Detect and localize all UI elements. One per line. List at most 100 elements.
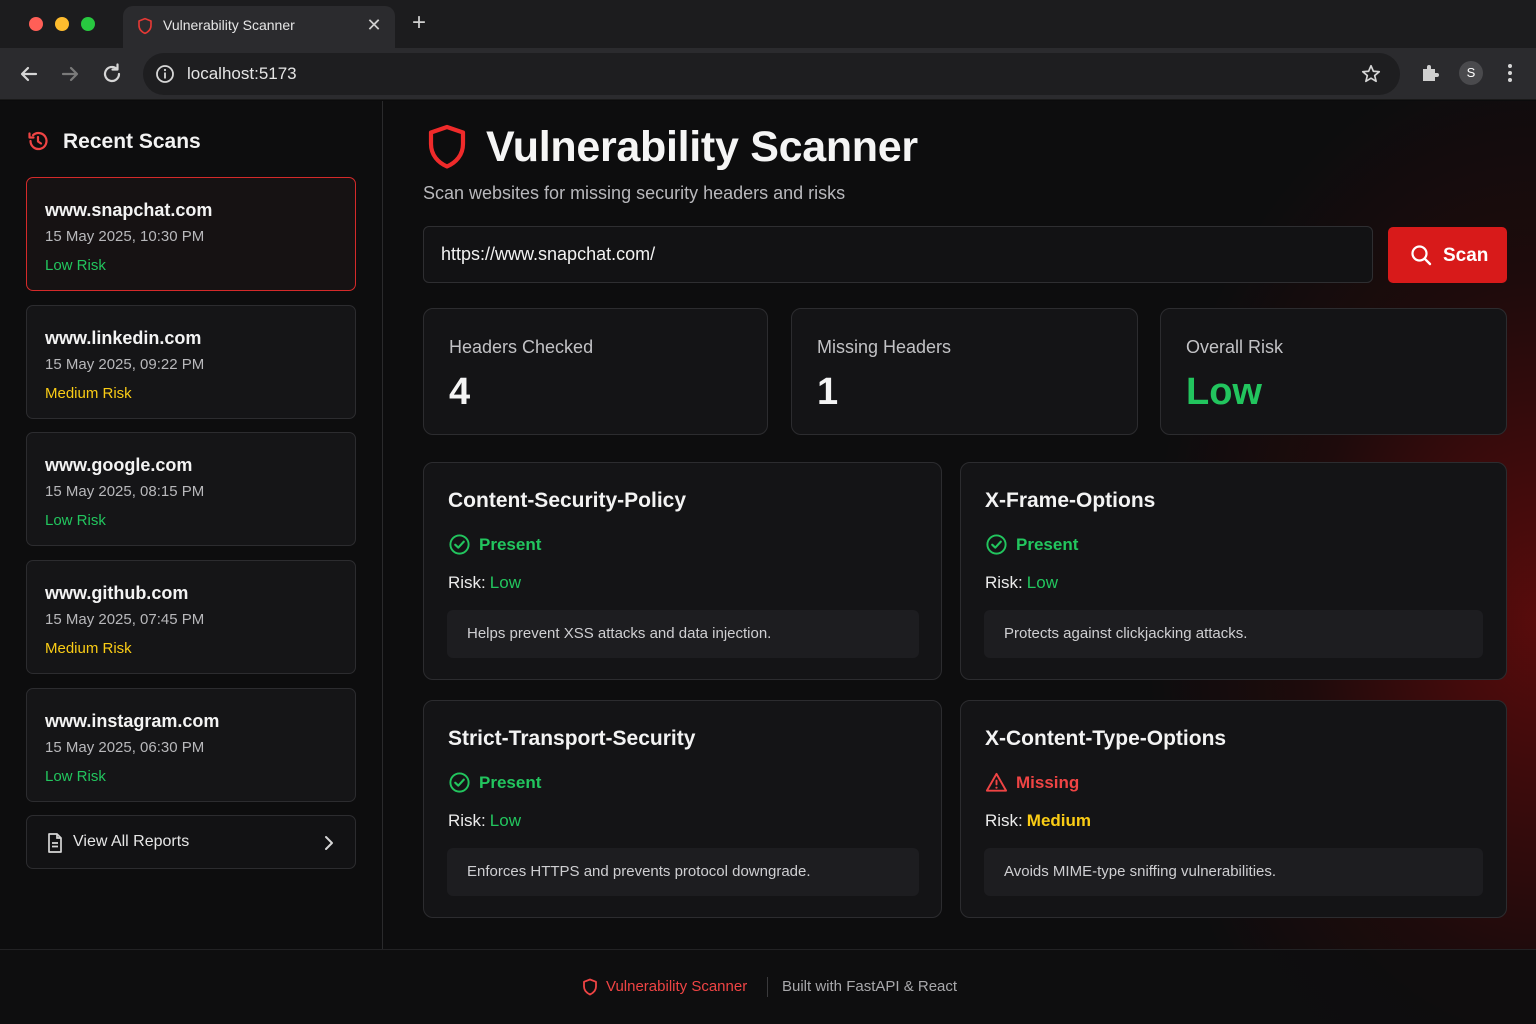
recent-scan-item-linkedin[interactable]: www.linkedin.com 15 May 2025, 09:22 PM M… [26, 305, 356, 419]
header-risk: Risk: Low [985, 573, 1058, 593]
address-bar-url: localhost:5173 [187, 64, 297, 83]
shield-icon [583, 978, 597, 996]
main-content: Vulnerability Scanner Scan websites for … [384, 101, 1536, 949]
new-tab-icon[interactable]: + [407, 11, 431, 36]
window-minimize-button[interactable] [55, 17, 69, 31]
tab-close-icon[interactable]: ✕ [363, 14, 385, 36]
header-card-csp: Content-Security-Policy Present Risk: Low… [423, 462, 942, 680]
warning-triangle-icon [985, 772, 1008, 792]
shield-icon [138, 17, 152, 35]
risk-value: Low [489, 811, 521, 830]
scan-date: 15 May 2025, 08:15 PM [45, 483, 205, 500]
header-risk: Risk: Low [448, 811, 521, 831]
scan-risk-badge: Low Risk [45, 768, 106, 785]
risk-value: Low [489, 573, 521, 592]
scan-button[interactable]: Scan [1388, 227, 1507, 283]
sidebar-title: Recent Scans [63, 130, 201, 153]
scan-date: 15 May 2025, 09:22 PM [45, 356, 205, 373]
reload-icon[interactable] [98, 60, 126, 88]
window-close-button[interactable] [29, 17, 43, 31]
chevron-right-icon [325, 836, 333, 850]
header-card-hsts: Strict-Transport-Security Present Risk: L… [423, 700, 942, 918]
browser-toolbar: localhost:5173 S [0, 48, 1536, 100]
check-circle-icon [986, 534, 1007, 555]
sidebar: Recent Scans www.snapchat.com 15 May 202… [0, 101, 383, 949]
status-label: Present [479, 773, 542, 792]
stat-overall-risk: Overall Risk Low [1160, 308, 1507, 435]
recent-scan-item-instagram[interactable]: www.instagram.com 15 May 2025, 06:30 PM … [26, 688, 356, 802]
header-name: X-Frame-Options [985, 489, 1156, 512]
scan-domain: www.google.com [45, 455, 193, 475]
scan-domain: www.snapchat.com [45, 200, 213, 220]
address-bar[interactable]: localhost:5173 [143, 53, 1400, 95]
footer-built-with: Built with FastAPI & React [782, 978, 958, 995]
recent-scan-item-snapchat[interactable]: www.snapchat.com 15 May 2025, 10:30 PM L… [26, 177, 356, 291]
window-maximize-button[interactable] [81, 17, 95, 31]
check-circle-icon [449, 772, 470, 793]
view-all-reports-button[interactable]: View All Reports [26, 815, 356, 869]
header-name: Strict-Transport-Security [448, 727, 696, 750]
header-description: Avoids MIME-type sniffing vulnerabilitie… [984, 848, 1483, 896]
back-arrow-icon[interactable] [15, 60, 43, 88]
header-description: Helps prevent XSS attacks and data injec… [447, 610, 919, 658]
browser-tab[interactable]: Vulnerability Scanner ✕ [123, 6, 395, 48]
bookmark-star-icon[interactable] [1360, 63, 1382, 85]
scan-button-label: Scan [1443, 245, 1489, 266]
stat-value: 1 [817, 371, 839, 413]
risk-value: Medium [1026, 811, 1092, 830]
scan-domain: www.instagram.com [45, 711, 220, 731]
browser-tab-bar: Vulnerability Scanner ✕ + [0, 0, 1536, 48]
header-card-x-frame-options: X-Frame-Options Present Risk: Low Protect… [960, 462, 1507, 680]
scan-domain: www.linkedin.com [45, 328, 202, 348]
scan-date: 15 May 2025, 07:45 PM [45, 611, 205, 628]
forward-arrow-icon[interactable] [56, 60, 84, 88]
stat-label: Overall Risk [1186, 337, 1284, 357]
stat-label: Headers Checked [449, 337, 594, 357]
footer-brand: Vulnerability Scanner [606, 978, 748, 995]
header-description: Protects against clickjacking attacks. [984, 610, 1483, 658]
recent-scan-item-google[interactable]: www.google.com 15 May 2025, 08:15 PM Low… [26, 432, 356, 546]
page-subtitle: Scan websites for missing security heade… [423, 183, 846, 203]
url-input[interactable] [423, 226, 1373, 283]
scan-date: 15 May 2025, 06:30 PM [45, 739, 205, 756]
profile-avatar[interactable]: S [1459, 61, 1483, 85]
scan-risk-badge: Medium Risk [45, 385, 132, 402]
footer: Vulnerability Scanner Built with FastAPI… [0, 949, 1536, 1024]
status-label: Present [1016, 535, 1079, 554]
risk-prefix: Risk: [985, 811, 1023, 830]
stat-value: 4 [449, 371, 471, 413]
document-icon [48, 833, 62, 853]
scan-date: 15 May 2025, 10:30 PM [45, 228, 205, 245]
header-name: X-Content-Type-Options [985, 727, 1227, 750]
scan-risk-badge: Medium Risk [45, 640, 132, 657]
status-label: Missing [1016, 773, 1080, 792]
stat-value: Low [1186, 371, 1262, 413]
stat-headers-checked: Headers Checked 4 [423, 308, 768, 435]
more-menu-icon[interactable] [1500, 62, 1520, 84]
tab-title: Vulnerability Scanner [163, 17, 295, 33]
info-icon[interactable] [155, 64, 175, 84]
check-circle-icon [449, 534, 470, 555]
status-label: Present [479, 535, 542, 554]
extensions-icon[interactable] [1419, 62, 1441, 84]
scan-risk-badge: Low Risk [45, 512, 106, 529]
risk-value: Low [1026, 573, 1058, 592]
footer-divider [767, 977, 768, 997]
history-icon [28, 131, 48, 151]
scan-risk-badge: Low Risk [45, 257, 106, 274]
header-name: Content-Security-Policy [448, 489, 687, 512]
page-title: Vulnerability Scanner [486, 123, 918, 171]
app-container: Recent Scans www.snapchat.com 15 May 202… [0, 101, 1536, 1024]
header-risk: Risk: Medium [985, 811, 1091, 831]
view-all-reports-label: View All Reports [73, 833, 190, 850]
risk-prefix: Risk: [448, 811, 486, 830]
header-card-x-content-type-options: X-Content-Type-Options Missing Risk: Medi… [960, 700, 1507, 918]
stat-missing-headers: Missing Headers 1 [791, 308, 1138, 435]
header-risk: Risk: Low [448, 573, 521, 593]
risk-prefix: Risk: [448, 573, 486, 592]
header-description: Enforces HTTPS and prevents protocol dow… [447, 848, 919, 896]
risk-prefix: Risk: [985, 573, 1023, 592]
scan-domain: www.github.com [45, 583, 189, 603]
shield-logo-icon [428, 124, 466, 169]
recent-scan-item-github[interactable]: www.github.com 15 May 2025, 07:45 PM Med… [26, 560, 356, 674]
